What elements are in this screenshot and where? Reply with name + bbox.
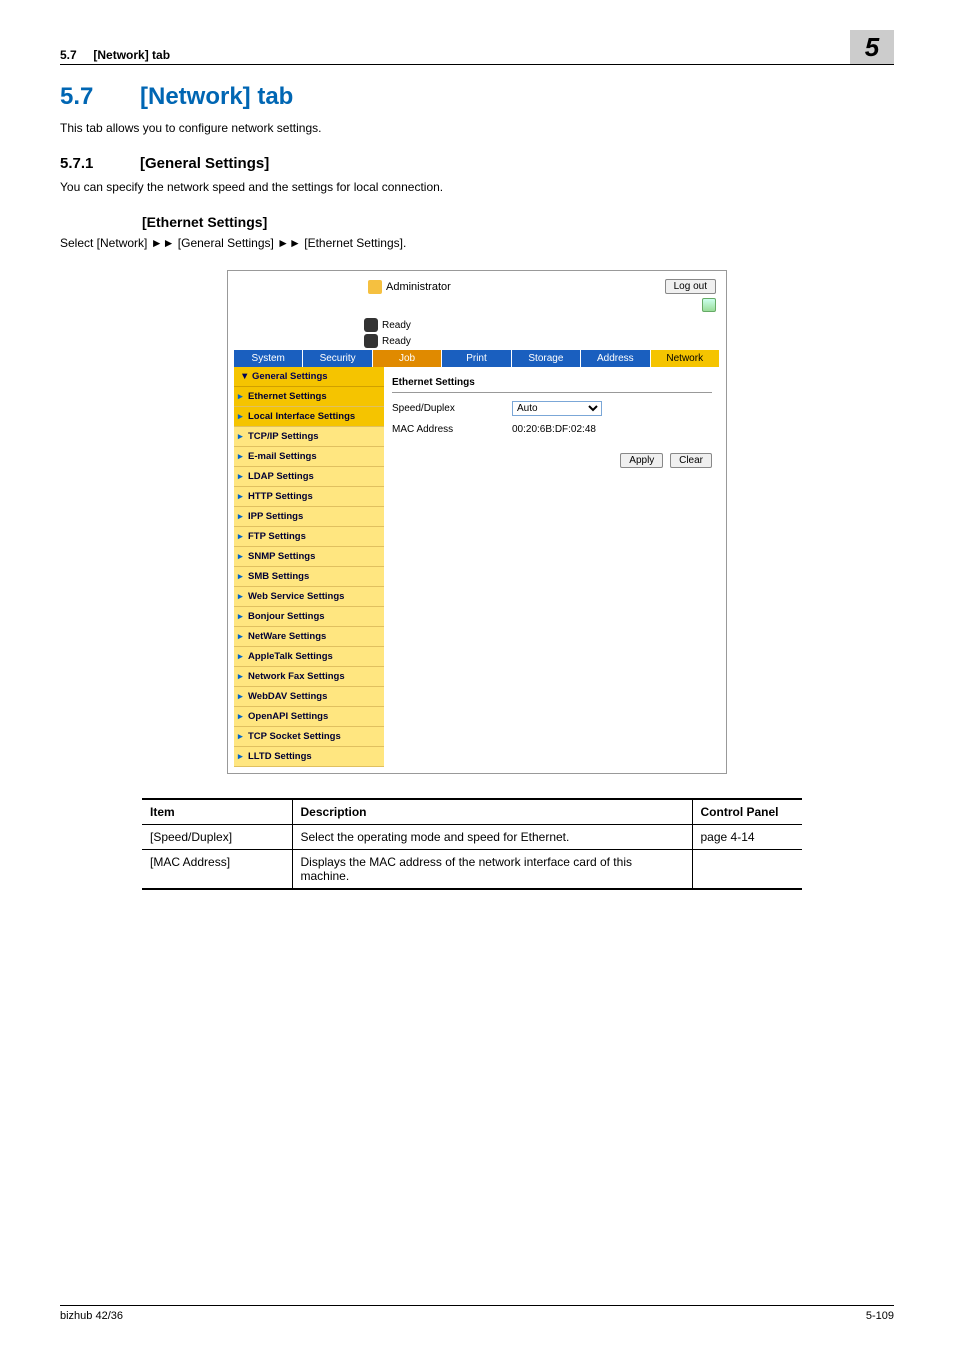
cell-cp: page 4-14 bbox=[692, 825, 802, 850]
sidebar-item-local-interface[interactable]: Local Interface Settings bbox=[234, 407, 384, 427]
sidebar-item-netware[interactable]: NetWare Settings bbox=[234, 627, 384, 647]
printer-icon bbox=[364, 318, 378, 332]
ethernet-heading: [Ethernet Settings] bbox=[142, 214, 894, 230]
printer-status: Ready bbox=[364, 318, 720, 332]
th-control-panel: Control Panel bbox=[692, 799, 802, 825]
ethernet-path: Select [Network] ►► [General Settings] ►… bbox=[60, 236, 894, 250]
pane-title: Ethernet Settings bbox=[392, 377, 712, 393]
tab-address[interactable]: Address bbox=[581, 350, 650, 367]
cell-item: [MAC Address] bbox=[142, 850, 292, 890]
section-title: 5.7[Network] tab bbox=[60, 83, 894, 111]
sidebar-item-smb[interactable]: SMB Settings bbox=[234, 567, 384, 587]
page-header: 5.7 [Network] tab 5 bbox=[60, 30, 894, 65]
sidebar-item-appletalk[interactable]: AppleTalk Settings bbox=[234, 647, 384, 667]
scanner-icon bbox=[364, 334, 378, 348]
header-section-num: 5.7 bbox=[60, 48, 77, 62]
cell-desc: Select the operating mode and speed for … bbox=[292, 825, 692, 850]
footer-page-number: 5-109 bbox=[866, 1310, 894, 1322]
sidebar-item-http[interactable]: HTTP Settings bbox=[234, 487, 384, 507]
table-row: [MAC Address] Displays the MAC address o… bbox=[142, 850, 802, 890]
printer-ready-label: Ready bbox=[382, 320, 411, 331]
speed-duplex-label: Speed/Duplex bbox=[392, 403, 512, 414]
refresh-icon[interactable] bbox=[702, 298, 716, 312]
sidebar-item-lltd[interactable]: LLTD Settings bbox=[234, 747, 384, 767]
cell-desc: Displays the MAC address of the network … bbox=[292, 850, 692, 890]
mac-address-label: MAC Address bbox=[392, 424, 512, 435]
sidebar-item-bonjour[interactable]: Bonjour Settings bbox=[234, 607, 384, 627]
sidebar-item-ipp[interactable]: IPP Settings bbox=[234, 507, 384, 527]
sidebar-item-tcp-socket[interactable]: TCP Socket Settings bbox=[234, 727, 384, 747]
sidebar-item-ldap[interactable]: LDAP Settings bbox=[234, 467, 384, 487]
page-footer: bizhub 42/36 5-109 bbox=[60, 1305, 894, 1322]
tab-print[interactable]: Print bbox=[442, 350, 511, 367]
tab-network[interactable]: Network bbox=[651, 350, 720, 367]
th-description: Description bbox=[292, 799, 692, 825]
clear-button[interactable]: Clear bbox=[670, 453, 712, 468]
subsection-heading: 5.7.1[General Settings] bbox=[60, 155, 894, 172]
subsection-title: [General Settings] bbox=[140, 155, 269, 172]
description-table: Item Description Control Panel [Speed/Du… bbox=[142, 798, 802, 890]
tabs-row: System Security Job Print Storage Addres… bbox=[234, 350, 720, 367]
tab-storage[interactable]: Storage bbox=[512, 350, 581, 367]
sidebar-item-webdav[interactable]: WebDAV Settings bbox=[234, 687, 384, 707]
speed-duplex-select[interactable]: Auto bbox=[512, 401, 602, 416]
scanner-ready-label: Ready bbox=[382, 336, 411, 347]
sidebar-header-general[interactable]: ▼ General Settings bbox=[234, 367, 384, 387]
sidebar-item-web-service[interactable]: Web Service Settings bbox=[234, 587, 384, 607]
th-item: Item bbox=[142, 799, 292, 825]
sidebar-item-ethernet[interactable]: Ethernet Settings bbox=[234, 387, 384, 407]
sidebar-item-email[interactable]: E-mail Settings bbox=[234, 447, 384, 467]
sidebar-item-ftp[interactable]: FTP Settings bbox=[234, 527, 384, 547]
tab-security[interactable]: Security bbox=[303, 350, 372, 367]
admin-label: Administrator bbox=[386, 281, 451, 293]
admin-icon bbox=[368, 280, 382, 294]
sidebar-item-snmp[interactable]: SNMP Settings bbox=[234, 547, 384, 567]
mac-address-value: 00:20:6B:DF:02:48 bbox=[512, 424, 596, 435]
table-row: [Speed/Duplex] Select the operating mode… bbox=[142, 825, 802, 850]
logout-button[interactable]: Log out bbox=[665, 279, 716, 294]
tab-job[interactable]: Job bbox=[373, 350, 442, 367]
main-pane: Ethernet Settings Speed/Duplex Auto MAC … bbox=[384, 367, 720, 767]
sidebar-item-network-fax[interactable]: Network Fax Settings bbox=[234, 667, 384, 687]
subsection-number: 5.7.1 bbox=[60, 155, 140, 172]
footer-model: bizhub 42/36 bbox=[60, 1310, 123, 1322]
header-section-title: [Network] tab bbox=[93, 48, 170, 62]
chapter-number-badge: 5 bbox=[850, 30, 894, 64]
subsection-intro: You can specify the network speed and th… bbox=[60, 180, 894, 194]
cell-item: [Speed/Duplex] bbox=[142, 825, 292, 850]
section-number: 5.7 bbox=[60, 83, 140, 111]
screenshot-container: Administrator Log out Ready Ready System… bbox=[227, 270, 727, 774]
sidebar: ▼ General Settings Ethernet Settings Loc… bbox=[234, 367, 384, 767]
admin-indicator: Administrator bbox=[368, 280, 451, 294]
scanner-status: Ready bbox=[364, 334, 720, 348]
section-title-text: [Network] tab bbox=[140, 83, 293, 110]
sidebar-item-tcpip[interactable]: TCP/IP Settings bbox=[234, 427, 384, 447]
apply-button[interactable]: Apply bbox=[620, 453, 663, 468]
section-intro: This tab allows you to configure network… bbox=[60, 121, 894, 135]
sidebar-item-openapi[interactable]: OpenAPI Settings bbox=[234, 707, 384, 727]
tab-system[interactable]: System bbox=[234, 350, 303, 367]
cell-cp bbox=[692, 850, 802, 890]
